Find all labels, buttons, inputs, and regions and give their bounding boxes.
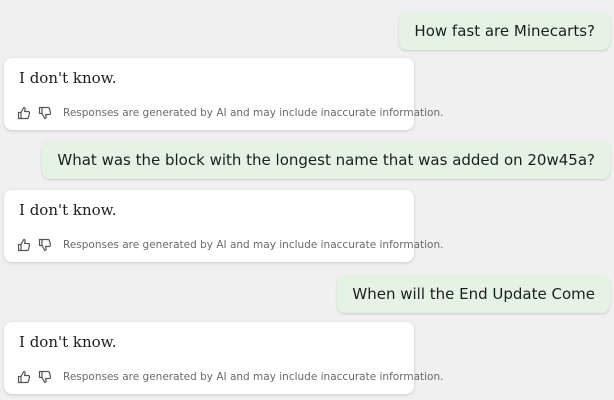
ai-disclaimer: Responses are generated by AI and may in… <box>63 371 444 383</box>
bot-response-card: I don't know. Responses are generated by… <box>4 58 443 130</box>
feedback-row: Responses are generated by AI and may in… <box>16 366 443 388</box>
bot-response-text: I don't know. <box>19 333 117 351</box>
user-message-text: How fast are Minecarts? <box>414 22 595 40</box>
thumbs-up-icon[interactable] <box>16 104 32 122</box>
feedback-row: Responses are generated by AI and may in… <box>16 102 443 124</box>
user-message-text: What was the block with the longest name… <box>57 151 595 169</box>
thumbs-down-icon[interactable] <box>37 236 53 254</box>
bot-response-card: I don't know. Responses are generated by… <box>4 190 443 262</box>
user-message-text: When will the End Update Come <box>352 285 595 303</box>
thumbs-down-icon[interactable] <box>37 368 53 386</box>
thumbs-up-icon[interactable] <box>16 236 32 254</box>
thumbs-up-icon[interactable] <box>16 368 32 386</box>
user-message: What was the block with the longest name… <box>42 141 610 179</box>
ai-disclaimer: Responses are generated by AI and may in… <box>63 107 444 119</box>
bot-response-text: I don't know. <box>19 201 117 219</box>
user-message: When will the End Update Come <box>337 275 610 313</box>
thumbs-down-icon[interactable] <box>37 104 53 122</box>
bot-response-card: I don't know. Responses are generated by… <box>4 322 443 394</box>
feedback-row: Responses are generated by AI and may in… <box>16 234 443 256</box>
ai-disclaimer: Responses are generated by AI and may in… <box>63 239 444 251</box>
user-message: How fast are Minecarts? <box>399 12 610 50</box>
bot-response-text: I don't know. <box>19 69 117 87</box>
chat-transcript: How fast are Minecarts? I don't know. Re… <box>0 0 614 400</box>
